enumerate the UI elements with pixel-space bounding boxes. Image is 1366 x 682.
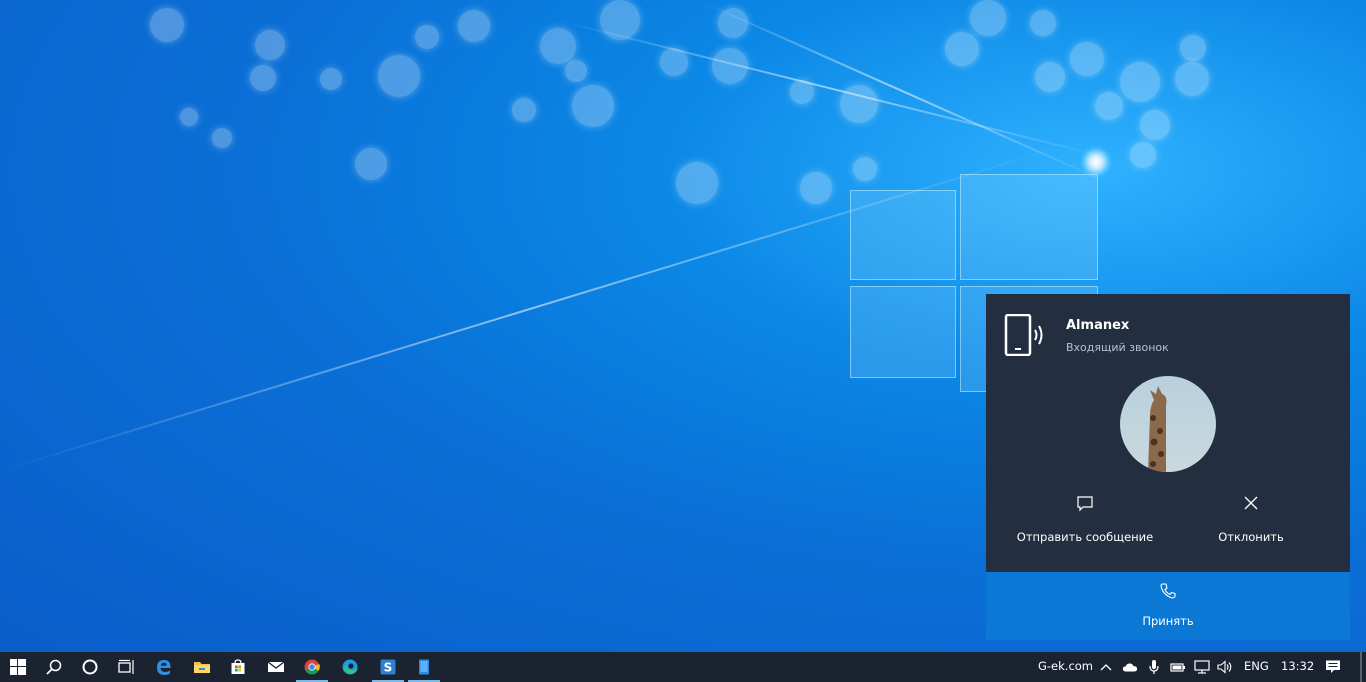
bokeh (355, 148, 387, 180)
snagit-icon: S (380, 659, 396, 675)
your-phone-icon (419, 659, 429, 675)
file-explorer-icon (194, 662, 210, 673)
start-button[interactable] (0, 652, 36, 682)
decline-button[interactable]: Отклонить (1166, 494, 1336, 544)
incoming-call-notification: Almanex Входящий звонок Отправить сообще… (986, 294, 1350, 640)
bokeh (1130, 142, 1156, 168)
network-icon (1194, 660, 1210, 674)
svg-text:S: S (384, 661, 393, 675)
call-status: Входящий звонок (1066, 341, 1169, 354)
bokeh (1180, 35, 1206, 61)
search-icon (46, 659, 62, 675)
bokeh (512, 98, 536, 122)
show-hidden-icons-button[interactable] (1098, 659, 1114, 675)
bokeh (790, 80, 814, 104)
logo-pane (850, 286, 956, 378)
edge-icon (342, 659, 358, 675)
light-beam (559, 20, 1104, 158)
bokeh (600, 0, 640, 40)
notification-icon (1326, 660, 1340, 673)
action-center-button[interactable] (1325, 659, 1341, 675)
giraffe-photo (1148, 386, 1167, 472)
bokeh (180, 108, 198, 126)
bokeh (378, 55, 420, 97)
bokeh (660, 48, 688, 76)
send-message-button[interactable]: Отправить сообщение (1000, 494, 1170, 544)
bokeh (1070, 42, 1104, 76)
bokeh (1120, 62, 1160, 102)
tray-site-label: G-ek.com (1038, 659, 1094, 673)
bokeh (572, 85, 614, 127)
task-view-icon (118, 659, 134, 674)
taskbar-edge[interactable] (332, 652, 368, 682)
bokeh (565, 60, 587, 82)
store-icon (231, 659, 245, 674)
send-message-label: Отправить сообщение (1016, 530, 1154, 544)
message-icon (1077, 496, 1093, 512)
bokeh (1035, 62, 1065, 92)
clock[interactable]: 13:32 (1281, 659, 1314, 673)
accept-label: Принять (1142, 614, 1194, 628)
microphone-icon (1149, 660, 1159, 674)
bokeh (212, 128, 232, 148)
bokeh (676, 162, 718, 204)
logo-pane (850, 190, 956, 280)
notification-body: Almanex Входящий звонок Отправить сообще… (986, 294, 1350, 572)
bokeh (800, 172, 832, 204)
battery-icon (1170, 663, 1185, 672)
bokeh (1140, 110, 1170, 140)
taskbar: S G-ek.com ENG 13:32 (0, 652, 1366, 682)
bokeh (540, 28, 576, 64)
taskbar-store[interactable] (220, 652, 256, 682)
speaker-icon (1217, 660, 1232, 674)
edge-legacy-icon (157, 660, 171, 675)
phone-icon (1160, 583, 1176, 599)
taskbar-chrome[interactable] (294, 652, 330, 682)
search-button[interactable] (36, 652, 72, 682)
bokeh (945, 32, 979, 66)
bokeh (712, 48, 748, 84)
bokeh (840, 85, 878, 123)
bokeh (1095, 92, 1123, 120)
bokeh (970, 0, 1006, 36)
start-icon (10, 659, 26, 675)
battery-button[interactable] (1170, 659, 1186, 675)
taskbar-mail[interactable] (258, 652, 294, 682)
chevron-up-icon (1100, 664, 1112, 671)
caller-avatar (1120, 376, 1216, 472)
taskbar-snagit[interactable]: S (370, 652, 406, 682)
cloud-icon (1122, 663, 1138, 672)
task-view-button[interactable] (108, 652, 144, 682)
close-icon (1244, 496, 1258, 510)
bokeh (415, 25, 439, 49)
volume-button[interactable] (1217, 659, 1233, 675)
bokeh (255, 30, 285, 60)
bokeh (150, 8, 184, 42)
taskbar-your-phone[interactable] (406, 652, 442, 682)
taskbar-edge-legacy[interactable] (146, 652, 182, 682)
accept-button[interactable]: Принять (986, 572, 1350, 640)
cortana-icon (82, 659, 98, 675)
taskbar-file-explorer[interactable] (184, 652, 220, 682)
bokeh (250, 65, 276, 91)
bokeh (1030, 10, 1056, 36)
bokeh (718, 8, 748, 38)
onedrive-button[interactable] (1122, 659, 1138, 675)
mail-icon (267, 661, 285, 672)
show-desktop-button[interactable] (1360, 652, 1362, 682)
network-button[interactable] (1194, 659, 1210, 675)
bokeh (458, 10, 490, 42)
logo-pane (960, 174, 1098, 280)
caller-name: Almanex (1066, 318, 1130, 333)
microphone-button[interactable] (1146, 659, 1162, 675)
input-language-button[interactable]: ENG (1244, 659, 1269, 673)
phone-ringing-icon (1004, 314, 1043, 356)
bokeh (1175, 62, 1209, 96)
cortana-button[interactable] (72, 652, 108, 682)
bokeh (320, 68, 342, 90)
decline-label: Отклонить (1218, 530, 1284, 544)
chrome-icon (304, 659, 320, 675)
